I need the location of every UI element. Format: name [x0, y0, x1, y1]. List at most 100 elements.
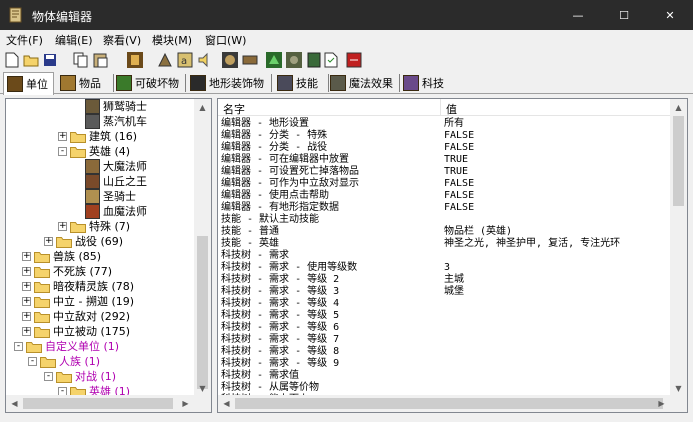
tree-unit-item[interactable]: 大魔法师	[6, 159, 196, 174]
property-row[interactable]: 编辑器 - 可设置死亡掉落物品 TRUE	[218, 166, 672, 178]
property-row[interactable]: 科技树 - 需求 - 等级 8	[218, 346, 672, 358]
tree-folder-item[interactable]: + 中立 - 搠迦 (19)	[6, 294, 196, 309]
tree-unit-item[interactable]: 血魔法师	[6, 204, 196, 219]
tree-folder-item[interactable]: + 兽族 (85)	[6, 249, 196, 264]
tree-unit-item[interactable]: 蒸汽机车	[6, 114, 196, 129]
property-row[interactable]: 科技树 - 需求 - 等级 3 城堡	[218, 286, 672, 298]
tree-folder-item[interactable]: - 对战 (1)	[6, 369, 196, 384]
props-scroll-thumb[interactable]	[673, 116, 684, 206]
paste-icon[interactable]	[92, 51, 110, 69]
ability-icon[interactable]	[221, 51, 239, 69]
property-row[interactable]: 编辑器 - 分类 - 特殊 FALSE	[218, 130, 672, 142]
property-row[interactable]: 技能 - 默认主动技能	[218, 214, 672, 226]
property-row[interactable]: 编辑器 - 可在编辑器中放置 TRUE	[218, 154, 672, 166]
tab-items[interactable]: 物品	[57, 72, 114, 94]
property-row[interactable]: 科技树 - 需求 - 等级 4	[218, 298, 672, 310]
property-row[interactable]: 科技树 - 需求	[218, 250, 672, 262]
property-list[interactable]: 名字 值 编辑器 - 地形设置 所有 编辑器 - 分类 - 特殊 FALSE 编辑器 -…	[217, 98, 688, 413]
property-row[interactable]: 编辑器 - 使用点击帮助 FALSE	[218, 190, 672, 202]
tree-folder-item[interactable]: + 特殊 (7)	[6, 219, 196, 234]
expand-icon[interactable]: +	[22, 252, 31, 261]
close-button[interactable]: ✕	[647, 0, 693, 30]
unit-icon[interactable]	[126, 51, 144, 69]
object-tree[interactable]: 狮鹫骑士 蒸汽机车 + 建筑 (16) - 英雄 (4) 大魔法师 山丘之王 圣骑士 血魔法师 + 特…	[5, 98, 212, 413]
tree-folder-item[interactable]: - 自定义单位 (1)	[6, 339, 196, 354]
item-icon[interactable]	[156, 51, 174, 69]
expand-icon[interactable]: +	[58, 132, 67, 141]
upgrade-icon[interactable]	[265, 51, 283, 69]
property-row[interactable]: 科技树 - 需求 - 等级 5	[218, 310, 672, 322]
tab-buffs[interactable]: 魔法效果	[327, 72, 400, 94]
tree-hscroll-thumb[interactable]	[23, 398, 173, 409]
property-row[interactable]: 科技树 - 需求 - 等级 7	[218, 334, 672, 346]
tree-folder-item[interactable]: - 英雄 (4)	[6, 144, 196, 159]
tree-scroll-thumb[interactable]	[197, 236, 208, 389]
menu-edit[interactable]: 编辑(E)	[55, 32, 93, 48]
import-icon[interactable]	[345, 51, 363, 69]
props-horizontal-scrollbar[interactable]: ◀ ▶	[218, 395, 687, 412]
scroll-right-icon[interactable]: ▶	[177, 395, 194, 412]
tree-folder-item[interactable]: + 中立被动 (175)	[6, 324, 196, 339]
expand-icon[interactable]: +	[58, 222, 67, 231]
tree-unit-item[interactable]: 圣骑士	[6, 189, 196, 204]
tree-vertical-scrollbar[interactable]: ▲ ▼	[194, 99, 211, 397]
scroll-up-icon[interactable]: ▲	[194, 99, 211, 116]
minimize-button[interactable]: —	[555, 0, 601, 30]
tree-unit-item[interactable]: 狮鹫骑士	[6, 99, 196, 114]
collapse-icon[interactable]: -	[58, 147, 67, 156]
document-icon[interactable]	[322, 51, 340, 69]
property-row[interactable]: 编辑器 - 地形设置 所有	[218, 118, 672, 130]
tree-folder-item[interactable]: + 战役 (69)	[6, 234, 196, 249]
expand-icon[interactable]: +	[22, 327, 31, 336]
property-row[interactable]: 编辑器 - 可作为中立敌对显示 FALSE	[218, 178, 672, 190]
property-row[interactable]: 科技树 - 从属等价物	[218, 382, 672, 394]
expand-icon[interactable]: +	[22, 282, 31, 291]
terrain-icon[interactable]	[285, 51, 303, 69]
book-icon[interactable]	[305, 51, 323, 69]
collapse-icon[interactable]: -	[14, 342, 23, 351]
copy-icon[interactable]	[72, 51, 90, 69]
props-hscroll-thumb[interactable]	[235, 398, 663, 409]
expand-icon[interactable]: +	[22, 297, 31, 306]
maximize-button[interactable]: ☐	[601, 0, 647, 30]
column-header-name[interactable]: 名字	[223, 101, 245, 117]
tab-units[interactable]: 单位	[3, 72, 54, 95]
property-row[interactable]: 科技树 - 需求 - 等级 2 主城	[218, 274, 672, 286]
scroll-left-icon[interactable]: ◀	[218, 395, 235, 412]
tree-folder-item[interactable]: + 不死族 (77)	[6, 264, 196, 279]
tree-folder-item[interactable]: - 人族 (1)	[6, 354, 196, 369]
collapse-icon[interactable]: -	[44, 372, 53, 381]
menu-file[interactable]: 文件(F)	[6, 32, 43, 48]
expand-icon[interactable]: +	[22, 267, 31, 276]
property-row[interactable]: 技能 - 普通 物品栏 (英雄)	[218, 226, 672, 238]
menu-window[interactable]: 窗口(W)	[205, 32, 246, 48]
tree-horizontal-scrollbar[interactable]: ◀ ▶	[6, 395, 211, 412]
tree-folder-item[interactable]: + 中立敌对 (292)	[6, 309, 196, 324]
menu-module[interactable]: 模块(M)	[152, 32, 192, 48]
property-row[interactable]: 科技树 - 需求值	[218, 370, 672, 382]
property-row[interactable]: 编辑器 - 分类 - 战役 FALSE	[218, 142, 672, 154]
property-row[interactable]: 科技树 - 需求 - 等级 9	[218, 358, 672, 370]
tree-folder-item[interactable]: + 建筑 (16)	[6, 129, 196, 144]
new-file-icon[interactable]	[3, 51, 21, 69]
expand-icon[interactable]: +	[44, 237, 53, 246]
doodad-icon[interactable]: a	[176, 51, 194, 69]
scroll-left-icon[interactable]: ◀	[6, 395, 23, 412]
destructible-icon[interactable]	[196, 51, 214, 69]
property-row[interactable]: 编辑器 - 有地形指定数据 FALSE	[218, 202, 672, 214]
tab-abilities[interactable]: 技能	[274, 72, 329, 94]
props-vertical-scrollbar[interactable]: ▲ ▼	[670, 99, 687, 397]
column-header-value[interactable]: 值	[446, 101, 457, 117]
property-row[interactable]: 科技树 - 需求 - 使用等级数 3	[218, 262, 672, 274]
open-folder-icon[interactable]	[22, 51, 40, 69]
tree-folder-item[interactable]: + 暗夜精灵族 (78)	[6, 279, 196, 294]
buff-icon[interactable]	[241, 51, 259, 69]
collapse-icon[interactable]: -	[28, 357, 37, 366]
tab-destructibles[interactable]: 可破坏物	[113, 72, 186, 94]
scroll-right-icon[interactable]: ▶	[653, 395, 670, 412]
menu-view[interactable]: 察看(V)	[103, 32, 141, 48]
tab-upgrades[interactable]: 科技	[400, 72, 450, 94]
scroll-up-icon[interactable]: ▲	[670, 99, 687, 116]
column-divider[interactable]	[440, 99, 441, 116]
save-icon[interactable]	[41, 51, 59, 69]
